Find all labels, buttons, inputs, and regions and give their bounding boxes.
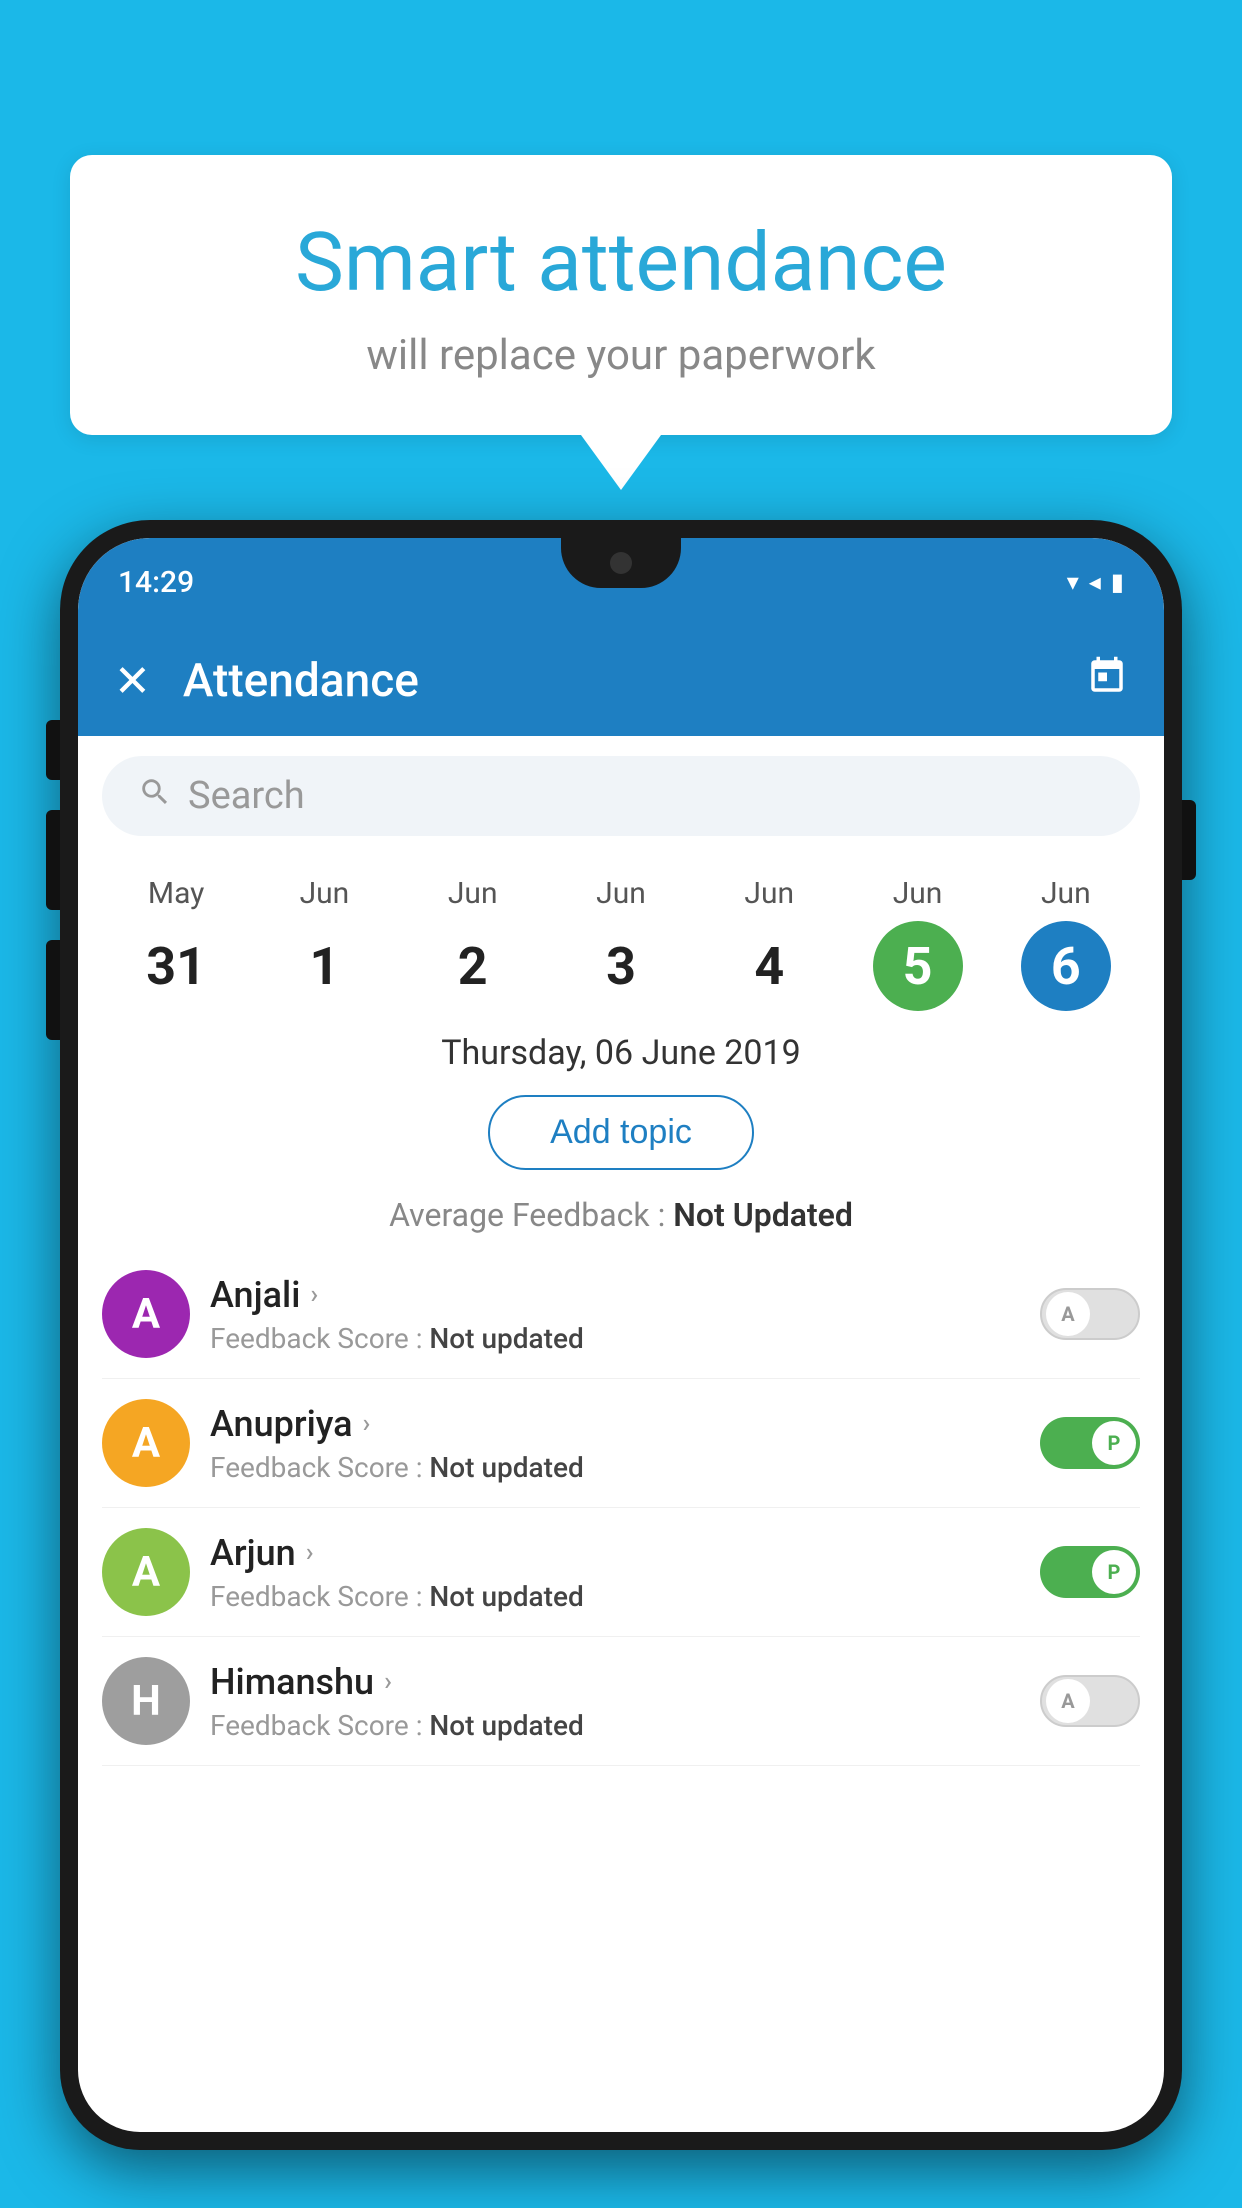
signal-icon: ◂ [1089,568,1101,596]
student-feedback: Feedback Score : Not updated [210,1709,1020,1742]
battery-icon: ▮ [1111,568,1124,596]
toggle-knob: A [1046,1679,1090,1723]
cal-date-number[interactable]: 1 [279,921,369,1011]
avatar: H [102,1657,190,1745]
cal-month-label: Jun [448,876,498,911]
cal-month-label: Jun [596,876,646,911]
phone-container: 14:29 ▾ ◂ ▮ ✕ Attendance [60,520,1182,2208]
student-feedback: Feedback Score : Not updated [210,1580,1020,1613]
avg-feedback-value: Not Updated [673,1196,853,1234]
camera-dot [610,552,632,574]
student-feedback: Feedback Score : Not updated [210,1322,1020,1355]
toggle-switch[interactable]: P [1040,1417,1140,1469]
feedback-value: Not updated [429,1451,583,1484]
chevron-right-icon: › [306,1538,314,1568]
calendar-day[interactable]: Jun 6 [1021,876,1111,1011]
toggle-switch[interactable]: P [1040,1546,1140,1598]
calendar-day[interactable]: Jun 5 [873,876,963,1011]
wifi-icon: ▾ [1067,568,1079,596]
feedback-value: Not updated [429,1322,583,1355]
student-name-text: Himanshu [210,1661,374,1703]
student-name: Himanshu › [210,1661,1020,1703]
phone-side-button-right [1182,800,1196,880]
student-info: Anjali › Feedback Score : Not updated [210,1274,1020,1355]
calendar-day[interactable]: Jun 1 [279,876,369,1011]
student-info: Anupriya › Feedback Score : Not updated [210,1403,1020,1484]
student-name: Arjun › [210,1532,1020,1574]
cal-month-label: Jun [893,876,943,911]
toggle-knob: A [1046,1292,1090,1336]
search-icon [138,775,172,818]
status-time: 14:29 [118,565,194,600]
student-name: Anupriya › [210,1403,1020,1445]
search-bar[interactable]: Search [102,756,1140,836]
phone-side-button-left-1 [46,720,60,780]
chevron-right-icon: › [310,1280,318,1310]
chevron-right-icon: › [384,1667,392,1697]
selected-date-label: Thursday, 06 June 2019 [78,1021,1164,1085]
phone-screen: 14:29 ▾ ◂ ▮ ✕ Attendance [78,538,1164,2132]
student-name: Anjali › [210,1274,1020,1316]
app-bar-title: Attendance [183,654,1086,708]
cal-date-number[interactable]: 2 [428,921,518,1011]
cal-date-number[interactable]: 5 [873,921,963,1011]
student-item[interactable]: A Anjali › Feedback Score : Not updated A [102,1250,1140,1379]
speech-bubble-subtitle: will replace your paperwork [150,331,1092,380]
avg-feedback-prefix: Average Feedback : [389,1196,673,1234]
student-item[interactable]: A Anupriya › Feedback Score : Not updated P [102,1379,1140,1508]
cal-date-number[interactable]: 3 [576,921,666,1011]
speech-bubble: Smart attendance will replace your paper… [70,155,1172,435]
student-name-text: Anjali [210,1274,300,1316]
toggle-knob: P [1092,1550,1136,1594]
student-info: Himanshu › Feedback Score : Not updated [210,1661,1020,1742]
add-topic-button[interactable]: Add topic [488,1095,754,1170]
student-feedback: Feedback Score : Not updated [210,1451,1020,1484]
calendar-strip: May 31 Jun 1 Jun 2 Jun 3 Jun 4 Jun 5 Jun 6 [78,856,1164,1021]
toggle-knob: P [1092,1421,1136,1465]
cal-date-number[interactable]: 6 [1021,921,1111,1011]
student-item[interactable]: A Arjun › Feedback Score : Not updated P [102,1508,1140,1637]
cal-date-number[interactable]: 31 [131,921,221,1011]
status-bar: 14:29 ▾ ◂ ▮ [78,538,1164,626]
close-button[interactable]: ✕ [114,655,151,707]
speech-bubble-title: Smart attendance [150,215,1092,311]
chevron-right-icon: › [363,1409,371,1439]
cal-month-label: Jun [300,876,350,911]
avatar: A [102,1270,190,1358]
app-bar: ✕ Attendance [78,626,1164,736]
calendar-icon[interactable] [1086,655,1128,707]
attendance-toggle[interactable]: A [1040,1288,1140,1340]
calendar-day[interactable]: May 31 [131,876,221,1011]
avatar: A [102,1528,190,1616]
avatar: A [102,1399,190,1487]
phone-side-button-left-2 [46,810,60,910]
speech-bubble-container: Smart attendance will replace your paper… [70,155,1172,490]
feedback-value: Not updated [429,1709,583,1742]
phone-outer: 14:29 ▾ ◂ ▮ ✕ Attendance [60,520,1182,2150]
attendance-toggle[interactable]: P [1040,1417,1140,1469]
calendar-day[interactable]: Jun 4 [724,876,814,1011]
student-name-text: Arjun [210,1532,296,1574]
calendar-day[interactable]: Jun 3 [576,876,666,1011]
student-info: Arjun › Feedback Score : Not updated [210,1532,1020,1613]
search-input[interactable]: Search [188,774,1104,818]
toggle-switch[interactable]: A [1040,1288,1140,1340]
cal-month-label: May [148,876,204,911]
toggle-switch[interactable]: A [1040,1675,1140,1727]
status-icons: ▾ ◂ ▮ [1067,568,1124,596]
add-topic-container: Add topic [78,1085,1164,1188]
attendance-toggle[interactable]: P [1040,1546,1140,1598]
student-item[interactable]: H Himanshu › Feedback Score : Not updated A [102,1637,1140,1766]
cal-month-label: Jun [744,876,794,911]
avg-feedback: Average Feedback : Not Updated [78,1188,1164,1250]
feedback-value: Not updated [429,1580,583,1613]
student-list: AAnjali ›Feedback Score : Not updatedAAA… [78,1250,1164,1766]
speech-bubble-tail [581,435,661,490]
cal-month-label: Jun [1041,876,1091,911]
attendance-toggle[interactable]: A [1040,1675,1140,1727]
phone-side-button-left-3 [46,940,60,1040]
calendar-day[interactable]: Jun 2 [428,876,518,1011]
student-name-text: Anupriya [210,1403,353,1445]
cal-date-number[interactable]: 4 [724,921,814,1011]
